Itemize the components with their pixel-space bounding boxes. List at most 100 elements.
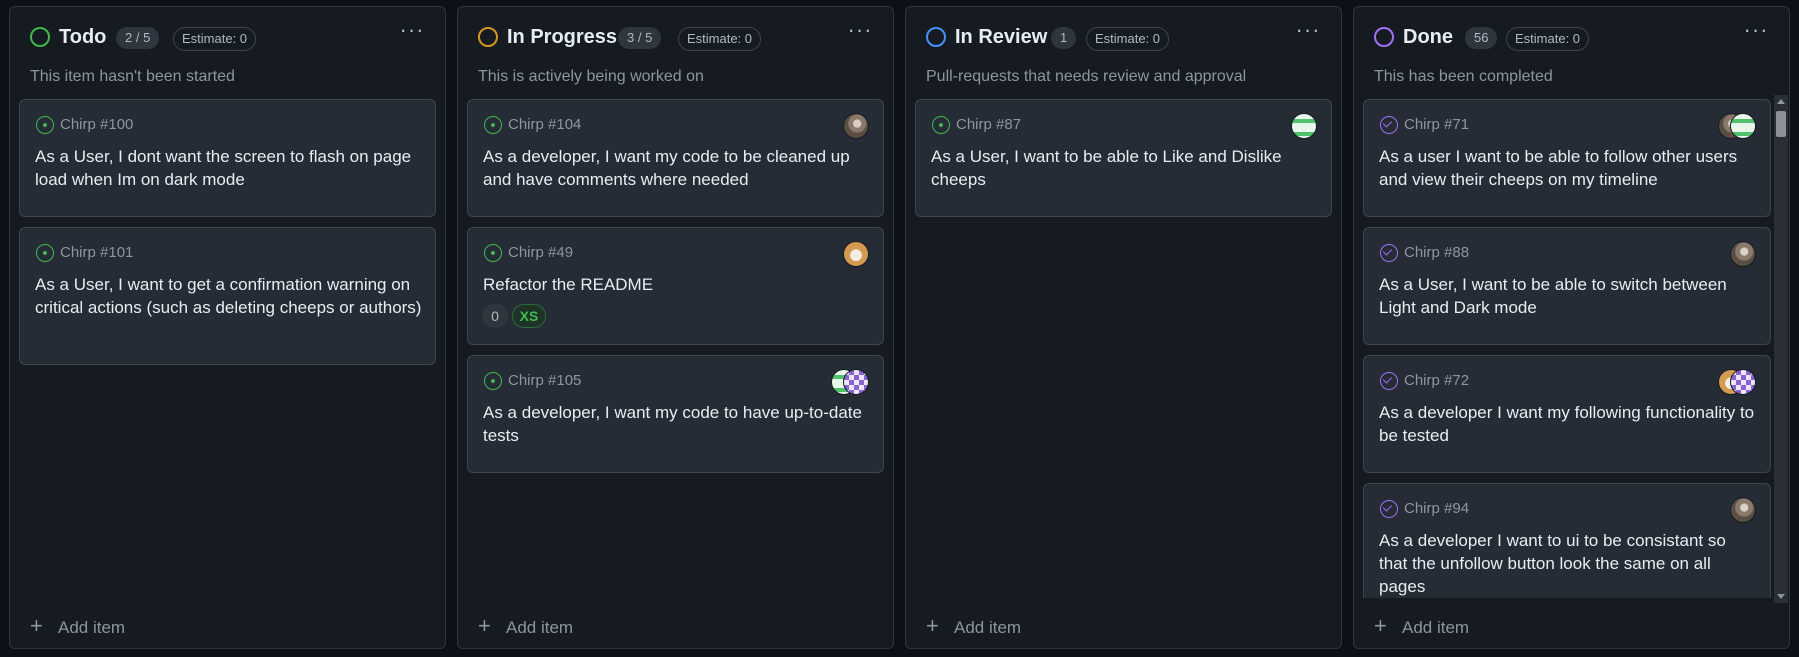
add-item-label: Add item — [954, 618, 1022, 637]
status-circle-icon — [478, 27, 498, 47]
issue-title[interactable]: As a User, I want to be able to Like and… — [931, 145, 1319, 191]
column-in-progress: In Progress 3 / 5 Estimate: 0 ··· This i… — [457, 6, 894, 649]
user-avatar[interactable] — [843, 113, 869, 139]
assignees[interactable] — [843, 241, 869, 267]
column-todo: Todo 2 / 5 Estimate: 0 ··· This item has… — [9, 6, 446, 649]
status-circle-icon — [926, 27, 946, 47]
column-header: In Progress 3 / 5 Estimate: 0 ··· This i… — [458, 7, 893, 97]
column-header: Todo 2 / 5 Estimate: 0 ··· This item has… — [10, 7, 445, 97]
issue-card[interactable]: Chirp #72 As a developer I want my follo… — [1363, 355, 1771, 473]
add-item-button[interactable]: + Add item — [1374, 614, 1469, 638]
issue-title[interactable]: Refactor the README — [483, 273, 871, 296]
issue-reference[interactable]: Chirp #100 — [60, 115, 133, 135]
issue-card[interactable]: Chirp #87 As a User, I want to be able t… — [915, 99, 1332, 217]
user-avatar[interactable] — [1291, 113, 1317, 139]
plus-icon: + — [1374, 613, 1387, 638]
issue-card[interactable]: Chirp #104 As a developer, I want my cod… — [467, 99, 884, 217]
issue-title[interactable]: As a developer, I want my code to have u… — [483, 401, 871, 447]
user-avatar[interactable] — [1730, 113, 1756, 139]
issue-title[interactable]: As a user I want to be able to follow ot… — [1379, 145, 1758, 191]
column-description: This has been completed — [1374, 68, 1553, 85]
column-menu-button[interactable]: ··· — [1293, 19, 1323, 45]
column-description: This is actively being worked on — [478, 68, 704, 85]
column-title: Todo — [59, 26, 107, 48]
item-count-badge: 3 / 5 — [618, 27, 662, 49]
column-menu-button[interactable]: ··· — [397, 19, 427, 45]
issue-closed-icon — [1380, 372, 1398, 390]
issue-reference[interactable]: Chirp #105 — [508, 371, 581, 391]
issue-reference[interactable]: Chirp #87 — [956, 115, 1021, 135]
issue-title[interactable]: As a User, I dont want the screen to fla… — [35, 145, 423, 191]
issue-reference[interactable]: Chirp #104 — [508, 115, 581, 135]
issue-title[interactable]: As a developer I want to ui to be consis… — [1379, 529, 1758, 598]
user-avatar[interactable] — [843, 369, 869, 395]
status-circle-icon — [1374, 27, 1394, 47]
user-avatar[interactable] — [1730, 497, 1756, 523]
add-item-button[interactable]: + Add item — [30, 614, 125, 638]
column-title: Done — [1403, 26, 1453, 48]
sub-issue-count-chip[interactable]: 0 — [482, 304, 508, 328]
column-menu-button[interactable]: ··· — [1741, 19, 1771, 45]
issue-reference[interactable]: Chirp #94 — [1404, 499, 1469, 519]
column-title: In Progress — [507, 26, 618, 48]
assignees[interactable] — [1730, 241, 1756, 267]
card-list[interactable]: Chirp #104 As a developer, I want my cod… — [467, 99, 884, 598]
scroll-down-arrow-icon[interactable] — [1777, 594, 1785, 599]
issue-card[interactable]: Chirp #49 Refactor the README 0 XS — [467, 227, 884, 345]
assignees[interactable] — [1291, 113, 1317, 139]
assignees[interactable] — [1718, 113, 1756, 139]
column-description: This item hasn't been started — [30, 68, 235, 85]
scroll-up-arrow-icon[interactable] — [1777, 99, 1785, 104]
issue-reference[interactable]: Chirp #71 — [1404, 115, 1469, 135]
issue-card[interactable]: Chirp #101 As a User, I want to get a co… — [19, 227, 436, 365]
issue-card[interactable]: Chirp #94 As a developer I want to ui to… — [1363, 483, 1771, 598]
column-header: In Review 1 Estimate: 0 ··· Pull-request… — [906, 7, 1341, 97]
column-done: Done 56 Estimate: 0 ··· This has been co… — [1353, 6, 1790, 649]
add-item-button[interactable]: + Add item — [478, 614, 573, 638]
issue-card[interactable]: Chirp #105 As a developer, I want my cod… — [467, 355, 884, 473]
item-count-badge: 2 / 5 — [116, 27, 160, 49]
issue-reference[interactable]: Chirp #88 — [1404, 243, 1469, 263]
estimate-badge: Estimate: 0 — [678, 27, 762, 51]
issue-open-icon — [36, 244, 54, 262]
card-list[interactable]: Chirp #87 As a User, I want to be able t… — [915, 99, 1332, 598]
card-list[interactable]: Chirp #71 As a user I want to be able to… — [1363, 99, 1771, 598]
issue-card[interactable]: Chirp #88 As a User, I want to be able t… — [1363, 227, 1771, 345]
issue-reference[interactable]: Chirp #49 — [508, 243, 573, 263]
issue-reference[interactable]: Chirp #101 — [60, 243, 133, 263]
assignees[interactable] — [843, 113, 869, 139]
assignees[interactable] — [831, 369, 869, 395]
issue-card[interactable]: Chirp #71 As a user I want to be able to… — [1363, 99, 1771, 217]
column-in-review: In Review 1 Estimate: 0 ··· Pull-request… — [905, 6, 1342, 649]
assignees[interactable] — [1718, 369, 1756, 395]
scrollbar-thumb[interactable] — [1776, 111, 1786, 137]
estimate-badge: Estimate: 0 — [173, 27, 257, 51]
issue-open-icon — [36, 116, 54, 134]
user-avatar[interactable] — [1730, 369, 1756, 395]
card-list-scrollbar[interactable] — [1774, 95, 1788, 603]
issue-title[interactable]: As a developer, I want my code to be cle… — [483, 145, 871, 191]
issue-open-icon — [484, 372, 502, 390]
issue-title[interactable]: As a developer I want my following funct… — [1379, 401, 1758, 447]
issue-card[interactable]: Chirp #100 As a User, I dont want the sc… — [19, 99, 436, 217]
column-header: Done 56 Estimate: 0 ··· This has been co… — [1354, 7, 1789, 97]
column-description: Pull-requests that needs review and appr… — [926, 68, 1247, 85]
column-menu-button[interactable]: ··· — [845, 19, 875, 45]
plus-icon: + — [478, 613, 491, 638]
size-label-chip[interactable]: XS — [512, 304, 546, 328]
issue-closed-icon — [1380, 244, 1398, 262]
user-avatar[interactable] — [843, 241, 869, 267]
assignees[interactable] — [1730, 497, 1756, 523]
add-item-label: Add item — [58, 618, 126, 637]
user-avatar[interactable] — [1730, 241, 1756, 267]
issue-open-icon — [484, 244, 502, 262]
add-item-button[interactable]: + Add item — [926, 614, 1021, 638]
issue-reference[interactable]: Chirp #72 — [1404, 371, 1469, 391]
issue-title[interactable]: As a User, I want to be able to switch b… — [1379, 273, 1758, 319]
issue-open-icon — [484, 116, 502, 134]
add-item-label: Add item — [1402, 618, 1470, 637]
issue-title[interactable]: As a User, I want to get a confirmation … — [35, 273, 423, 319]
card-list[interactable]: Chirp #100 As a User, I dont want the sc… — [19, 99, 436, 598]
item-count-badge: 1 — [1051, 27, 1077, 49]
issue-closed-icon — [1380, 116, 1398, 134]
